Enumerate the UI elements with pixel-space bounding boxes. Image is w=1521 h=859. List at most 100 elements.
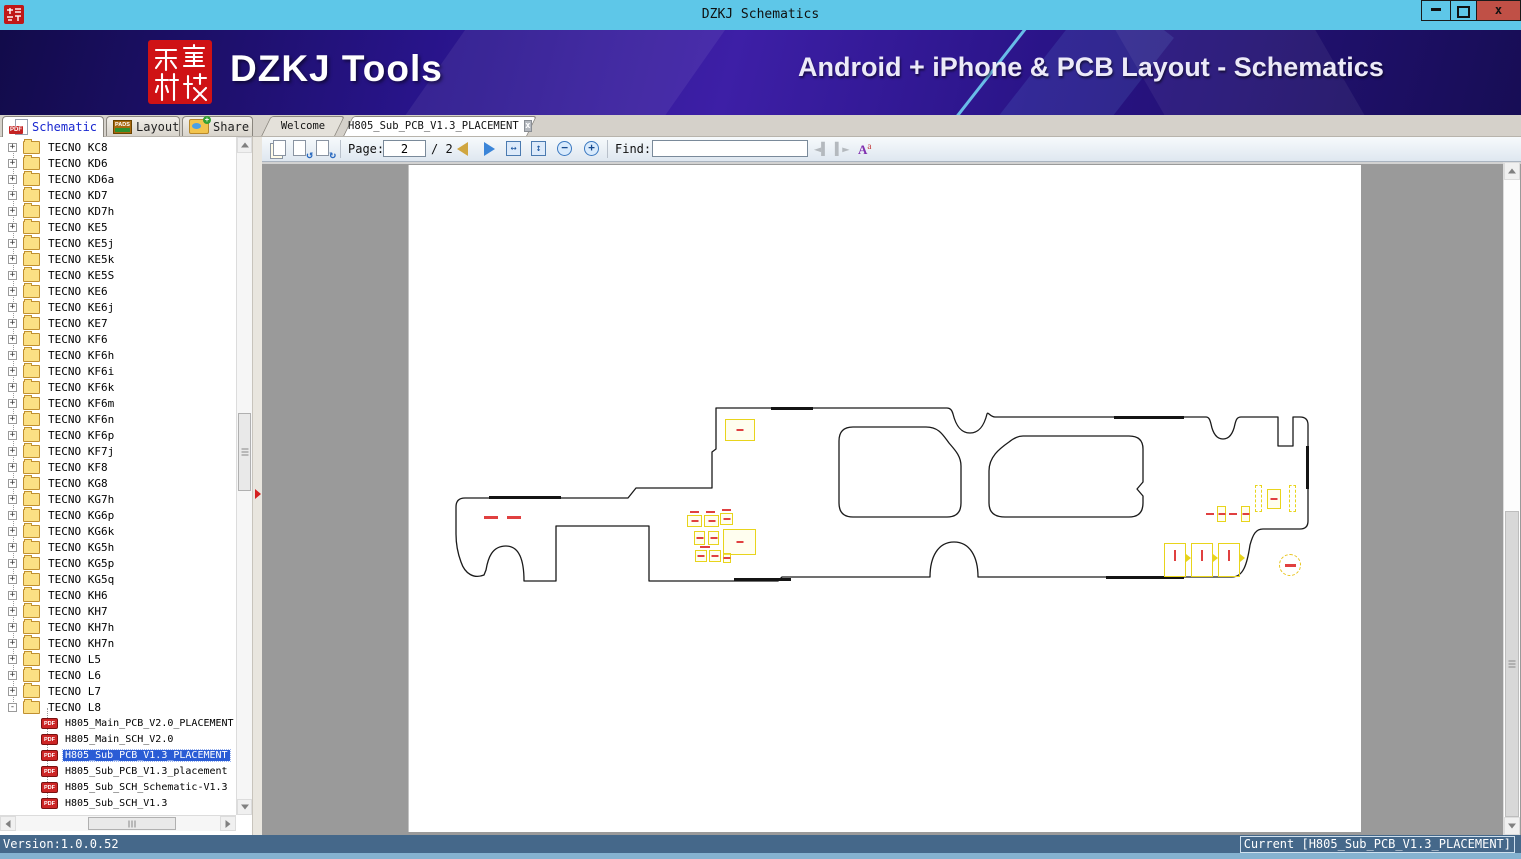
- sidebar-item-tecno-kg6p[interactable]: +TECNO KG6p: [0, 507, 236, 523]
- scroll-left-button[interactable]: [0, 816, 16, 831]
- schematic-tree[interactable]: +TECNO KC8+TECNO KD6+TECNO KD6a+TECNO KD…: [0, 137, 236, 815]
- expand-toggle-icon[interactable]: +: [8, 383, 17, 392]
- expand-toggle-icon[interactable]: +: [8, 431, 17, 440]
- panel-splitter[interactable]: [252, 137, 262, 835]
- scroll-right-button[interactable]: [220, 816, 236, 831]
- tree-horizontal-scrollbar[interactable]: [0, 815, 236, 831]
- sidebar-item-tecno-kf6h[interactable]: +TECNO KF6h: [0, 347, 236, 363]
- sidebar-item-tecno-kh7[interactable]: +TECNO KH7: [0, 603, 236, 619]
- fit-width-icon[interactable]: ↔: [506, 141, 521, 156]
- sidebar-item-tecno-ke6[interactable]: +TECNO KE6: [0, 283, 236, 299]
- sidebar-item-tecno-kf6[interactable]: +TECNO KF6: [0, 331, 236, 347]
- match-case-icon[interactable]: Aa: [858, 141, 871, 158]
- expand-toggle-icon[interactable]: +: [8, 479, 17, 488]
- sidebar-item-tecno-kf6i[interactable]: +TECNO KF6i: [0, 363, 236, 379]
- find-previous-icon[interactable]: ◄▌: [814, 142, 828, 156]
- sidebar-item-tecno-l5[interactable]: +TECNO L5: [0, 651, 236, 667]
- sidebar-item-tecno-l8[interactable]: -TECNO L8: [0, 699, 236, 715]
- scroll-up-button[interactable]: [237, 137, 252, 153]
- sidebar-item-tecno-ke5s[interactable]: +TECNO KE5S: [0, 267, 236, 283]
- expand-toggle-icon[interactable]: +: [8, 335, 17, 344]
- sidebar-item-tecno-kh7n[interactable]: +TECNO KH7n: [0, 635, 236, 651]
- expand-toggle-icon[interactable]: +: [8, 207, 17, 216]
- sidebar-item-tecno-ke7[interactable]: +TECNO KE7: [0, 315, 236, 331]
- minimize-button[interactable]: [1421, 0, 1451, 21]
- expand-toggle-icon[interactable]: +: [8, 255, 17, 264]
- collapse-toggle-icon[interactable]: -: [8, 703, 17, 712]
- page-number-input[interactable]: [383, 140, 426, 157]
- scroll-down-button[interactable]: [1504, 817, 1520, 835]
- sidebar-item-tecno-kg5h[interactable]: +TECNO KG5h: [0, 539, 236, 555]
- expand-toggle-icon[interactable]: +: [8, 591, 17, 600]
- zoom-out-icon[interactable]: −: [557, 141, 572, 156]
- sidebar-document-h805_main_pcb_v2.0_placement[interactable]: PDFH805_Main_PCB_V2.0_PLACEMENT: [0, 715, 236, 731]
- sidebar-item-tecno-kh6[interactable]: +TECNO KH6: [0, 587, 236, 603]
- sidebar-item-tecno-ke5[interactable]: +TECNO KE5: [0, 219, 236, 235]
- sidebar-item-tecno-kg7h[interactable]: +TECNO KG7h: [0, 491, 236, 507]
- previous-page-button[interactable]: [457, 142, 468, 156]
- expand-toggle-icon[interactable]: +: [8, 607, 17, 616]
- sidebar-item-tecno-kf7j[interactable]: +TECNO KF7j: [0, 443, 236, 459]
- scrollbar-thumb[interactable]: [88, 817, 176, 830]
- sidebar-item-tecno-kd7h[interactable]: +TECNO KD7h: [0, 203, 236, 219]
- sidebar-item-tecno-kg8[interactable]: +TECNO KG8: [0, 475, 236, 491]
- sidebar-item-tecno-kf6k[interactable]: +TECNO KF6k: [0, 379, 236, 395]
- expand-toggle-icon[interactable]: +: [8, 191, 17, 200]
- expand-toggle-icon[interactable]: +: [8, 175, 17, 184]
- sidebar-item-tecno-l6[interactable]: +TECNO L6: [0, 667, 236, 683]
- sidebar-item-tecno-ke5k[interactable]: +TECNO KE5k: [0, 251, 236, 267]
- expand-toggle-icon[interactable]: +: [8, 463, 17, 472]
- expand-toggle-icon[interactable]: +: [8, 447, 17, 456]
- scrollbar-thumb[interactable]: [1505, 511, 1519, 817]
- expand-toggle-icon[interactable]: +: [8, 415, 17, 424]
- expand-toggle-icon[interactable]: +: [8, 655, 17, 664]
- sidebar-document-h805_sub_pcb_v1.3_placement[interactable]: PDFH805_Sub_PCB_V1.3_placement: [0, 763, 236, 779]
- tree-vertical-scrollbar[interactable]: [236, 137, 252, 815]
- sidebar-item-tecno-kg5q[interactable]: +TECNO KG5q: [0, 571, 236, 587]
- pages-icon[interactable]: [270, 140, 288, 158]
- expand-toggle-icon[interactable]: +: [8, 687, 17, 696]
- fit-page-icon[interactable]: ↕: [531, 141, 546, 156]
- expand-toggle-icon[interactable]: +: [8, 367, 17, 376]
- expand-toggle-icon[interactable]: +: [8, 271, 17, 280]
- sidebar-document-h805_sub_sch_v1.3[interactable]: PDFH805_Sub_SCH_V1.3: [0, 795, 236, 811]
- sidebar-document-h805_sub_sch_schematic-v1.3[interactable]: PDFH805_Sub_SCH_Schematic-V1.3: [0, 779, 236, 795]
- pdf-page[interactable]: [408, 165, 1361, 832]
- expand-toggle-icon[interactable]: +: [8, 671, 17, 680]
- expand-toggle-icon[interactable]: +: [8, 143, 17, 152]
- close-button[interactable]: x: [1476, 0, 1521, 21]
- sidebar-item-tecno-kg6k[interactable]: +TECNO KG6k: [0, 523, 236, 539]
- sidebar-item-tecno-kd6a[interactable]: +TECNO KD6a: [0, 171, 236, 187]
- close-tab-icon[interactable]: x: [524, 120, 532, 132]
- sidebar-item-tecno-kd6[interactable]: +TECNO KD6: [0, 155, 236, 171]
- expand-toggle-icon[interactable]: +: [8, 639, 17, 648]
- pdf-viewer-area[interactable]: [262, 162, 1521, 835]
- doc-tab-placement[interactable]: H805_Sub_PCB_V1.3_PLACEMENT x: [348, 116, 532, 136]
- sidebar-item-tecno-ke5j[interactable]: +TECNO KE5j: [0, 235, 236, 251]
- sidebar-item-tecno-l7[interactable]: +TECNO L7: [0, 683, 236, 699]
- doc-tab-welcome[interactable]: Welcome: [266, 116, 340, 136]
- tab-layout[interactable]: PADS Layout: [106, 116, 180, 136]
- expand-toggle-icon[interactable]: +: [8, 575, 17, 584]
- expand-toggle-icon[interactable]: +: [8, 559, 17, 568]
- find-next-icon[interactable]: ▌►: [835, 142, 849, 156]
- maximize-button[interactable]: [1450, 0, 1477, 21]
- expand-toggle-icon[interactable]: +: [8, 159, 17, 168]
- sidebar-item-tecno-kh7h[interactable]: +TECNO KH7h: [0, 619, 236, 635]
- sidebar-item-tecno-kd7[interactable]: +TECNO KD7: [0, 187, 236, 203]
- viewer-vertical-scrollbar[interactable]: [1503, 162, 1520, 835]
- next-page-button[interactable]: [484, 142, 495, 156]
- expand-toggle-icon[interactable]: +: [8, 495, 17, 504]
- scrollbar-thumb[interactable]: [238, 413, 251, 491]
- expand-toggle-icon[interactable]: +: [8, 351, 17, 360]
- expand-toggle-icon[interactable]: +: [8, 623, 17, 632]
- expand-toggle-icon[interactable]: +: [8, 319, 17, 328]
- zoom-in-icon[interactable]: +: [584, 141, 599, 156]
- sidebar-item-tecno-ke6j[interactable]: +TECNO KE6j: [0, 299, 236, 315]
- expand-toggle-icon[interactable]: +: [8, 527, 17, 536]
- expand-toggle-icon[interactable]: +: [8, 399, 17, 408]
- scroll-up-button[interactable]: [1504, 162, 1520, 180]
- rotate-left-icon[interactable]: ↺: [293, 140, 311, 158]
- sidebar-item-tecno-kf6m[interactable]: +TECNO KF6m: [0, 395, 236, 411]
- tab-share[interactable]: + Share: [182, 116, 253, 136]
